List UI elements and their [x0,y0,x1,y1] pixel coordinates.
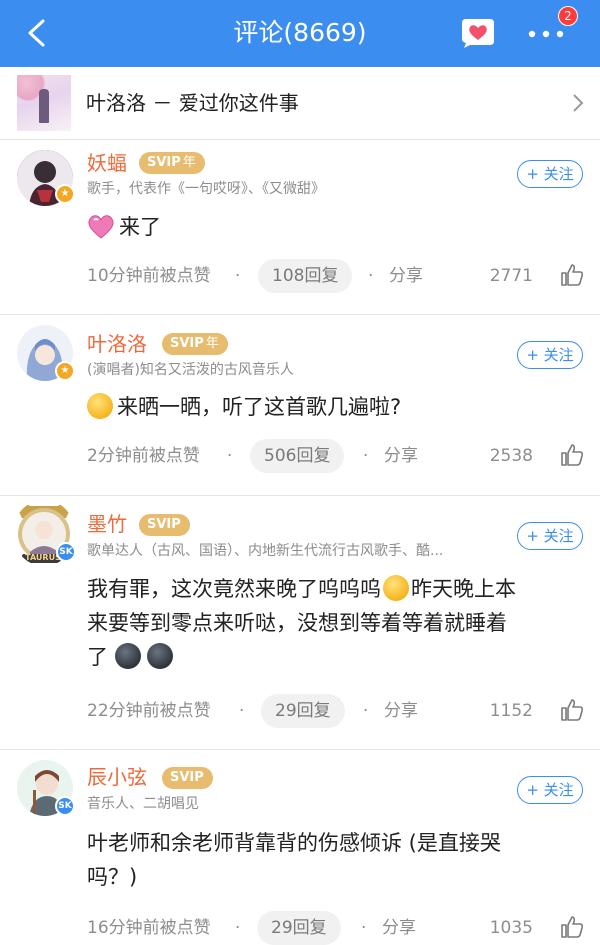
commenter-name[interactable]: 妖蝠 [87,149,127,177]
dark-moon-emoji-icon [146,643,173,669]
reply-button[interactable]: 29回复 [261,694,345,728]
commenter-name[interactable]: 辰小弦 [87,763,147,791]
like-count: 1152 [489,701,533,721]
commenter-description: (演唱者)知名又活泼的古风音乐人 [87,362,294,378]
follow-button[interactable]: + 关注 [517,341,583,369]
thumbs-up-icon[interactable] [560,443,584,467]
dot-separator: · [361,918,367,938]
like-time: 2分钟前被点赞 [87,446,200,466]
comment-item: TAURUS SK 墨竹 SVIP 歌单达人（古风、国语）、内地新生代流行古风歌… [0,496,600,750]
comment-item: SK 辰小弦 SVIP 音乐人、二胡唱见 + 关注 叶老师和余老师背靠背的伤感倾… [0,750,600,945]
comment-item: ★ 叶洛洛 SVIP 年 (演唱者)知名又活泼的古风音乐人 + 关注 来晒一晒，听… [0,315,600,496]
song-cover-image [17,75,71,131]
share-button[interactable]: 分享 [382,911,416,945]
commenter-description: 歌手，代表作《一句哎呀》、《又微甜》 [87,181,325,197]
chevron-right-icon [573,94,584,112]
dot-separator: · [227,446,233,466]
share-button[interactable]: 分享 [384,694,418,728]
like-time: 22分钟前被点赞 [87,701,211,721]
verified-badge-icon: SK [56,542,76,562]
follow-button[interactable]: + 关注 [517,776,583,804]
commenter-name[interactable]: 墨竹 [87,510,127,538]
comment-meta: 2分钟前被点赞 · 506回复 · 分享 2538 [87,439,587,473]
comment-text: 叶老师和余老师背靠背的伤感倾诉 (是直接哭 吗？) [87,831,501,889]
share-button[interactable]: 分享 [384,439,418,473]
reply-button[interactable]: 506回复 [250,439,345,473]
like-time: 10分钟前被点赞 [87,266,211,286]
thumbs-up-icon[interactable] [560,698,584,722]
comment-text: 来了 [87,210,577,244]
reply-button[interactable]: 108回复 [258,259,353,293]
dot-separator: · [363,446,369,466]
heart-message-icon[interactable] [460,17,496,49]
notification-badge: 2 [558,6,578,26]
like-count: 2771 [489,266,533,286]
star-badge-icon: ★ [55,361,75,381]
svip-badge: SVIP [139,514,190,536]
commenter-name[interactable]: 叶洛洛 [87,330,147,358]
comment-meta: 22分钟前被点赞 · 29回复 · 分享 1152 [87,694,587,728]
follow-button[interactable]: + 关注 [517,522,583,550]
svip-badge: SVIP 年 [162,333,228,355]
reply-button[interactable]: 29回复 [257,911,341,945]
like-count: 2538 [489,446,533,466]
dot-separator: · [363,701,369,721]
dot-separator: · [235,266,241,286]
top-bar: 评论(8669) 2 [0,0,600,67]
dot-separator: · [239,701,245,721]
pink-heart-emoji-icon [88,215,114,239]
commenter-description: 歌单达人（古风、国语）、内地新生代流行古风歌手、酷... [87,543,444,559]
verified-badge-icon: SK [55,796,75,816]
crying-emoji-icon [383,575,409,601]
like-count: 1035 [489,918,533,938]
svip-badge: SVIP 年 [139,152,205,174]
like-time: 16分钟前被点赞 [87,918,211,938]
commenter-description: 音乐人、二胡唱见 [87,796,199,812]
comment-item: ★ 妖蝠 SVIP 年 歌手，代表作《一句哎呀》、《又微甜》 + 关注 来了 10… [0,140,600,315]
song-row[interactable]: 叶洛洛 － 爱过你这件事 [0,67,600,140]
svip-badge: SVIP [162,767,213,789]
thumbs-up-icon[interactable] [560,915,584,939]
thumbs-up-icon[interactable] [560,263,584,287]
song-title: 叶洛洛 － 爱过你这件事 [86,91,299,115]
page-title: 评论(8669) [233,18,367,47]
dark-moon-emoji-icon [114,643,141,669]
dot-separator: · [235,918,241,938]
star-badge-icon: ★ [55,184,75,204]
comment-text: 我有罪，这次竟然来晚了呜呜呜 昨天晚上本 来要等到零点来听哒，没想到等着等着就睡着… [87,575,516,669]
comment-meta: 16分钟前被点赞 · 29回复 · 分享 1035 [87,911,587,945]
wink-emoji-icon [87,393,113,419]
comment-meta: 10分钟前被点赞 · 108回复 · 分享 2771 [87,259,587,293]
dot-separator: · [368,266,374,286]
follow-button[interactable]: + 关注 [517,160,583,188]
comment-text: 来晒一晒，听了这首歌几遍啦? [87,390,577,424]
share-button[interactable]: 分享 [389,259,423,293]
